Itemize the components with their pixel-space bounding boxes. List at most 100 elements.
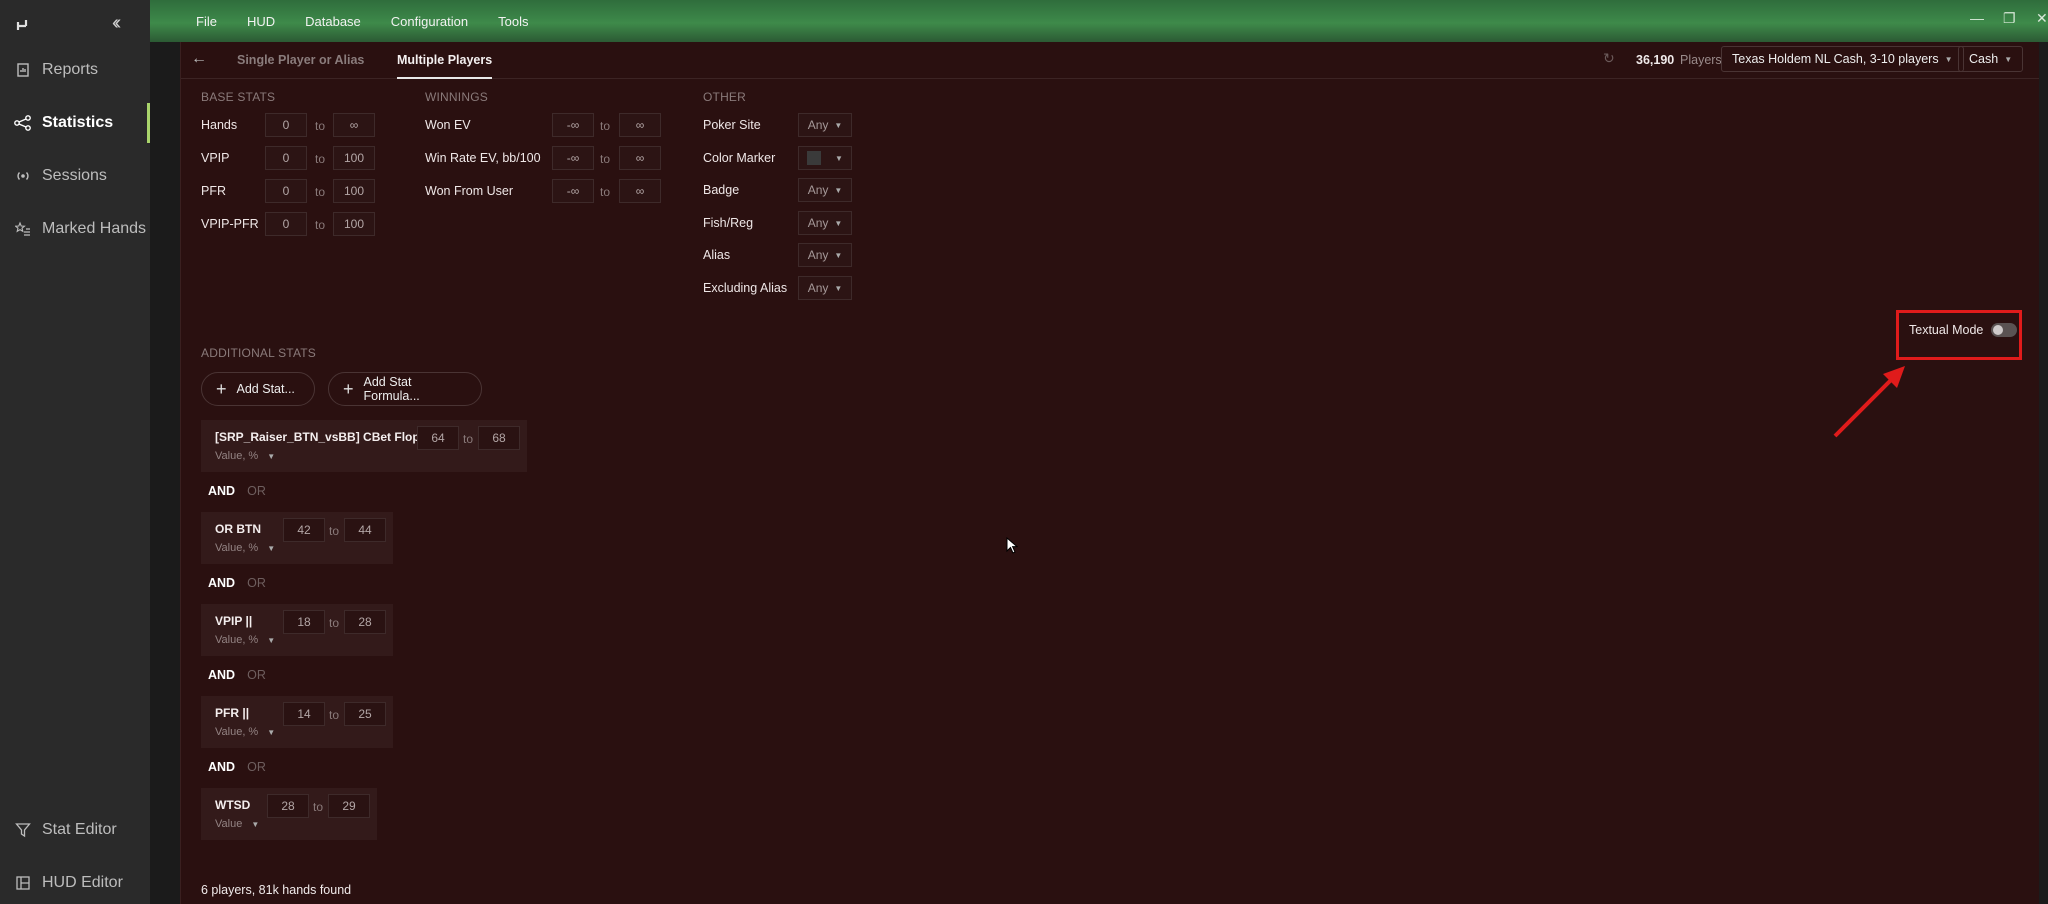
stat-min-input[interactable]: 64 bbox=[417, 426, 459, 450]
color-marker-label: Color Marker bbox=[703, 151, 776, 165]
excluding-alias-value: Any bbox=[807, 281, 829, 295]
sidebar-item-marked-hands[interactable]: Marked Hands bbox=[0, 209, 150, 249]
sidebar-item-reports[interactable]: Reports bbox=[0, 50, 150, 90]
back-arrow-icon[interactable]: ← bbox=[191, 50, 207, 68]
stat-unit-dropdown[interactable]: Value, % ▼ bbox=[215, 634, 275, 646]
or-option[interactable]: OR bbox=[247, 484, 266, 498]
or-option[interactable]: OR bbox=[247, 760, 266, 774]
stat-max-input[interactable]: 28 bbox=[344, 610, 386, 634]
hands-max-input[interactable]: ∞ bbox=[333, 113, 375, 137]
poker-site-value: Any bbox=[807, 118, 829, 132]
and-option[interactable]: AND bbox=[208, 760, 235, 774]
hands-min-input[interactable]: 0 bbox=[265, 113, 307, 137]
stat-name: VPIP || bbox=[215, 614, 253, 628]
stat-unit-dropdown[interactable]: Value, % ▼ bbox=[215, 450, 275, 462]
restore-icon[interactable]: ❐ bbox=[2003, 10, 2016, 27]
vpip-min-input[interactable]: 0 bbox=[265, 146, 307, 170]
stat-filter-card: OR BTN Value, % ▼ 42 to 44 bbox=[201, 512, 393, 564]
pfr-max-input[interactable]: 100 bbox=[333, 179, 375, 203]
poker-site-dropdown[interactable]: Any ▼ bbox=[798, 113, 852, 137]
and-option[interactable]: AND bbox=[208, 576, 235, 590]
stat-filter-card: WTSD Value ▼ 28 to 29 bbox=[201, 788, 377, 840]
menu-database[interactable]: Database bbox=[305, 14, 361, 29]
or-option[interactable]: OR bbox=[247, 576, 266, 590]
stat-name: OR BTN bbox=[215, 522, 261, 536]
stat-min-input[interactable]: 14 bbox=[283, 702, 325, 726]
badge-dropdown[interactable]: Any ▼ bbox=[798, 178, 852, 202]
win-rate-max-input[interactable]: ∞ bbox=[619, 146, 661, 170]
sidebar-item-stat-editor[interactable]: Stat Editor bbox=[0, 810, 150, 850]
add-stat-formula-button[interactable]: + Add Stat Formula... bbox=[328, 372, 482, 406]
tab-multiple-players[interactable]: Multiple Players bbox=[397, 53, 493, 79]
title-bar: File HUD Database Configuration Tools — … bbox=[150, 0, 2048, 42]
player-count: 36,190 bbox=[1636, 53, 1675, 67]
pfr-min-input[interactable]: 0 bbox=[265, 179, 307, 203]
collapse-sidebar-icon[interactable]: ‹‹ bbox=[112, 12, 122, 35]
add-stat-formula-label: Add Stat Formula... bbox=[363, 375, 420, 403]
or-option[interactable]: OR bbox=[247, 668, 266, 682]
stat-unit-dropdown[interactable]: Value, % ▼ bbox=[215, 726, 275, 738]
fish-reg-dropdown[interactable]: Any ▼ bbox=[798, 211, 852, 235]
color-swatch bbox=[807, 151, 822, 165]
to-label: to bbox=[315, 218, 326, 232]
sidebar-item-statistics[interactable]: Statistics bbox=[0, 103, 150, 143]
textual-mode-toggle[interactable] bbox=[1991, 323, 2018, 337]
alias-dropdown[interactable]: Any ▼ bbox=[798, 243, 852, 267]
game-type-dropdown[interactable]: Texas Holdem NL Cash, 3-10 players ▼ bbox=[1721, 46, 1964, 72]
vpip-pfr-min-input[interactable]: 0 bbox=[265, 212, 307, 236]
vpip-pfr-max-input[interactable]: 100 bbox=[333, 212, 375, 236]
sidebar-item-hud-editor[interactable]: HUD Editor bbox=[0, 863, 150, 903]
menu-configuration[interactable]: Configuration bbox=[391, 14, 468, 29]
and-option[interactable]: AND bbox=[208, 668, 235, 682]
win-rate-min-input[interactable]: -∞ bbox=[552, 146, 594, 170]
tab-bar: ← Single Player or Alias Multiple Player… bbox=[181, 42, 2039, 79]
excluding-alias-dropdown[interactable]: Any ▼ bbox=[798, 276, 852, 300]
reset-icon[interactable]: ↻ bbox=[1603, 50, 1615, 67]
stat-max-input[interactable]: 25 bbox=[344, 702, 386, 726]
mouse-cursor-icon bbox=[1006, 537, 1018, 554]
alias-label: Alias bbox=[703, 248, 731, 262]
tab-single-player[interactable]: Single Player or Alias bbox=[237, 53, 364, 67]
stat-unit-dropdown[interactable]: Value ▼ bbox=[215, 818, 259, 830]
stat-max-input[interactable]: 68 bbox=[478, 426, 520, 450]
color-marker-dropdown[interactable]: ▼ bbox=[798, 146, 852, 170]
cash-value: Cash bbox=[1969, 52, 1999, 66]
won-from-user-min-input[interactable]: -∞ bbox=[552, 179, 594, 203]
stat-filter-card: PFR || Value, % ▼ 14 to 25 bbox=[201, 696, 393, 748]
minimize-icon[interactable]: — bbox=[1970, 10, 1984, 26]
stat-unit: Value, % bbox=[215, 634, 259, 646]
filter-icon bbox=[14, 821, 32, 839]
stat-min-input[interactable]: 28 bbox=[267, 794, 309, 818]
cash-dropdown[interactable]: Cash ▼ bbox=[1958, 46, 2024, 72]
close-icon[interactable]: ✕ bbox=[2036, 10, 2048, 27]
stat-max-input[interactable]: 44 bbox=[344, 518, 386, 542]
add-stat-button[interactable]: + Add Stat... bbox=[201, 372, 315, 406]
stat-name: PFR || bbox=[215, 706, 250, 720]
menu-file[interactable]: File bbox=[196, 14, 217, 29]
results-summary: 6 players, 81k hands found bbox=[201, 883, 352, 897]
stat-min-input[interactable]: 42 bbox=[283, 518, 325, 542]
menu-tools[interactable]: Tools bbox=[498, 14, 528, 29]
menu-hud[interactable]: HUD bbox=[247, 14, 275, 29]
vpip-max-input[interactable]: 100 bbox=[333, 146, 375, 170]
pfr-label: PFR bbox=[201, 184, 226, 198]
chevron-down-icon: ▼ bbox=[834, 185, 843, 195]
vpip-pfr-label: VPIP-PFR bbox=[201, 217, 259, 231]
won-from-user-label: Won From User bbox=[425, 184, 513, 198]
poker-site-label: Poker Site bbox=[703, 118, 761, 132]
stat-unit-dropdown[interactable]: Value, % ▼ bbox=[215, 542, 275, 554]
stat-min-input[interactable]: 18 bbox=[283, 610, 325, 634]
won-ev-max-input[interactable]: ∞ bbox=[619, 113, 661, 137]
and-option[interactable]: AND bbox=[208, 484, 235, 498]
chevron-down-icon: ▼ bbox=[834, 218, 843, 228]
hands-label: Hands bbox=[201, 118, 238, 132]
won-ev-min-input[interactable]: -∞ bbox=[552, 113, 594, 137]
stat-max-input[interactable]: 29 bbox=[328, 794, 370, 818]
won-from-user-max-input[interactable]: ∞ bbox=[619, 179, 661, 203]
chevron-down-icon: ▼ bbox=[267, 636, 276, 645]
stat-unit: Value bbox=[215, 818, 243, 830]
sidebar-item-sessions[interactable]: Sessions bbox=[0, 156, 150, 196]
stat-unit: Value, % bbox=[215, 726, 259, 738]
toggle-knob bbox=[1993, 325, 2004, 335]
to-label: to bbox=[600, 152, 611, 166]
